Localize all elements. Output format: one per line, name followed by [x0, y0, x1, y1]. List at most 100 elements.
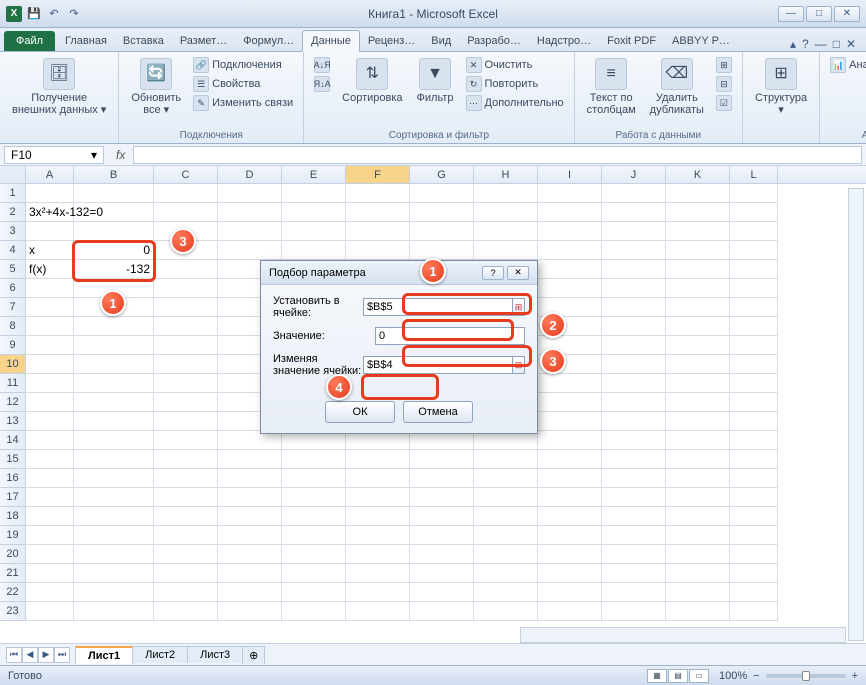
cell-A12[interactable]	[26, 393, 74, 412]
qat-save-icon[interactable]: 💾	[26, 6, 42, 22]
formula-input[interactable]	[133, 146, 862, 164]
cell-G22[interactable]	[410, 583, 474, 602]
cell-A20[interactable]	[26, 545, 74, 564]
clear-filter-button[interactable]: ✕Очистить	[464, 56, 566, 74]
cell-J16[interactable]	[602, 469, 666, 488]
sheet-tab-3[interactable]: Лист3	[187, 646, 243, 663]
row-header-13[interactable]: 13	[0, 412, 26, 431]
col-header-F[interactable]: F	[346, 166, 410, 183]
cell-A23[interactable]	[26, 602, 74, 621]
cell-B21[interactable]	[74, 564, 154, 583]
cell-J6[interactable]	[602, 279, 666, 298]
cell-L9[interactable]	[730, 336, 778, 355]
cell-B2[interactable]	[74, 203, 154, 222]
cell-C11[interactable]	[154, 374, 218, 393]
properties-button[interactable]: ☰Свойства	[191, 75, 295, 93]
cell-B5[interactable]: -132	[74, 260, 154, 279]
cell-I17[interactable]	[538, 488, 602, 507]
sheet-nav-next[interactable]: ▶	[38, 647, 54, 663]
cell-L10[interactable]	[730, 355, 778, 374]
row-header-15[interactable]: 15	[0, 450, 26, 469]
cell-K17[interactable]	[666, 488, 730, 507]
cell-A4[interactable]: x	[26, 241, 74, 260]
tab-home[interactable]: Главная	[57, 31, 115, 51]
cell-B10[interactable]	[74, 355, 154, 374]
cell-C13[interactable]	[154, 412, 218, 431]
whatif-button[interactable]: ☑	[714, 94, 734, 112]
cell-I5[interactable]	[538, 260, 602, 279]
cell-C14[interactable]	[154, 431, 218, 450]
ref-picker-icon[interactable]: ⊞	[512, 298, 525, 316]
tab-foxit[interactable]: Foxit PDF	[599, 31, 664, 51]
cell-C16[interactable]	[154, 469, 218, 488]
cell-A21[interactable]	[26, 564, 74, 583]
advanced-button[interactable]: ⋯Дополнительно	[464, 94, 566, 112]
cell-J9[interactable]	[602, 336, 666, 355]
cell-C23[interactable]	[154, 602, 218, 621]
cell-L22[interactable]	[730, 583, 778, 602]
cell-J17[interactable]	[602, 488, 666, 507]
qat-redo-icon[interactable]: ↷	[66, 6, 82, 22]
ref-picker-icon[interactable]: ⊞	[512, 356, 525, 374]
cell-I20[interactable]	[538, 545, 602, 564]
cell-I18[interactable]	[538, 507, 602, 526]
col-header-A[interactable]: A	[26, 166, 74, 183]
row-header-3[interactable]: 3	[0, 222, 26, 241]
row-header-11[interactable]: 11	[0, 374, 26, 393]
cell-K10[interactable]	[666, 355, 730, 374]
row-header-6[interactable]: 6	[0, 279, 26, 298]
cell-J15[interactable]	[602, 450, 666, 469]
row-header-16[interactable]: 16	[0, 469, 26, 488]
sort-desc-button[interactable]: Я↓А	[312, 75, 332, 93]
cell-H18[interactable]	[474, 507, 538, 526]
cell-B12[interactable]	[74, 393, 154, 412]
cell-E19[interactable]	[282, 526, 346, 545]
cell-H20[interactable]	[474, 545, 538, 564]
cell-L8[interactable]	[730, 317, 778, 336]
cell-B17[interactable]	[74, 488, 154, 507]
cell-L17[interactable]	[730, 488, 778, 507]
cell-B15[interactable]	[74, 450, 154, 469]
cell-J4[interactable]	[602, 241, 666, 260]
col-header-D[interactable]: D	[218, 166, 282, 183]
cell-D1[interactable]	[218, 184, 282, 203]
cell-K3[interactable]	[666, 222, 730, 241]
sheet-nav-prev[interactable]: ◀	[22, 647, 38, 663]
sheet-nav-last[interactable]: ⏭	[54, 647, 70, 663]
tab-formulas[interactable]: Формул…	[235, 31, 302, 51]
row-header-8[interactable]: 8	[0, 317, 26, 336]
view-layout-button[interactable]: ▤	[668, 669, 688, 683]
row-header-7[interactable]: 7	[0, 298, 26, 317]
cell-C20[interactable]	[154, 545, 218, 564]
row-header-19[interactable]: 19	[0, 526, 26, 545]
row-header-5[interactable]: 5	[0, 260, 26, 279]
cell-D18[interactable]	[218, 507, 282, 526]
cell-K11[interactable]	[666, 374, 730, 393]
zoom-out-button[interactable]: −	[753, 670, 759, 682]
col-header-I[interactable]: I	[538, 166, 602, 183]
cell-K22[interactable]	[666, 583, 730, 602]
cell-F16[interactable]	[346, 469, 410, 488]
cell-D2[interactable]	[218, 203, 282, 222]
cell-B11[interactable]	[74, 374, 154, 393]
fx-icon[interactable]: fx	[108, 148, 133, 162]
cell-E2[interactable]	[282, 203, 346, 222]
cell-A5[interactable]: f(x)	[26, 260, 74, 279]
cell-H2[interactable]	[474, 203, 538, 222]
cell-B19[interactable]	[74, 526, 154, 545]
cell-K21[interactable]	[666, 564, 730, 583]
cell-K15[interactable]	[666, 450, 730, 469]
cell-C22[interactable]	[154, 583, 218, 602]
new-sheet-button[interactable]: ⊕	[242, 646, 265, 664]
cell-H23[interactable]	[474, 602, 538, 621]
text-to-columns-button[interactable]: ≡Текст по столбцам	[583, 56, 640, 118]
cell-C8[interactable]	[154, 317, 218, 336]
tab-review[interactable]: Реценз…	[360, 31, 423, 51]
cell-G23[interactable]	[410, 602, 474, 621]
cell-G19[interactable]	[410, 526, 474, 545]
cell-F3[interactable]	[346, 222, 410, 241]
data-analysis-button[interactable]: 📊Анализ данных	[828, 56, 866, 74]
cell-L3[interactable]	[730, 222, 778, 241]
reapply-button[interactable]: ↻Повторить	[464, 75, 566, 93]
row-header-18[interactable]: 18	[0, 507, 26, 526]
